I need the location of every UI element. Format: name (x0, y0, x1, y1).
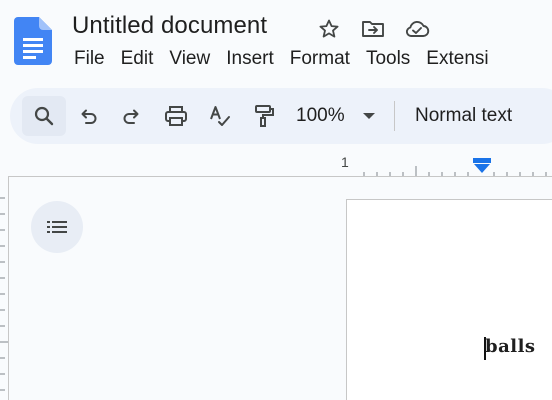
undo-icon (81, 109, 97, 124)
menu-file[interactable]: File (66, 45, 113, 73)
menu-bar: File Edit View Insert Format Tools Exten… (66, 45, 497, 73)
print-button[interactable] (154, 96, 198, 136)
zoom-value: 100% (296, 105, 345, 126)
spellcheck-button[interactable] (198, 96, 242, 136)
paragraph-style-select[interactable]: Normal text (415, 105, 512, 127)
move-to-folder-icon[interactable] (358, 14, 388, 44)
star-icon[interactable] (314, 14, 344, 44)
menu-insert[interactable]: Insert (218, 45, 282, 73)
toolbar-divider (394, 101, 395, 131)
outline-list-icon (47, 221, 67, 233)
document-title[interactable]: Untitled document (72, 12, 267, 40)
paint-format-button[interactable] (242, 96, 286, 136)
undo-button[interactable] (66, 96, 110, 136)
menu-view[interactable]: View (161, 45, 218, 73)
paint-format-icon (255, 105, 274, 127)
document-outline-button[interactable] (31, 201, 83, 253)
print-icon (165, 106, 187, 126)
search-menus-button[interactable] (22, 96, 66, 136)
menu-edit[interactable]: Edit (113, 45, 162, 73)
ruler-label: 1 (341, 154, 349, 170)
cloud-saved-icon[interactable] (402, 14, 432, 44)
indent-marker-icon (473, 158, 491, 173)
search-icon (34, 106, 54, 126)
vertical-ruler (0, 176, 8, 400)
redo-icon (123, 109, 139, 124)
redo-button[interactable] (110, 96, 154, 136)
menu-extensions[interactable]: Extensi (418, 45, 496, 73)
chevron-down-icon (358, 106, 380, 126)
google-docs-logo-icon[interactable] (14, 17, 52, 65)
title-actions (314, 14, 432, 44)
menu-format[interactable]: Format (282, 45, 358, 73)
horizontal-ruler (363, 158, 547, 178)
menu-tools[interactable]: Tools (358, 45, 418, 73)
toolbar: 100% Normal text (10, 88, 552, 144)
document-page[interactable]: balls (346, 199, 552, 400)
spellcheck-icon (210, 106, 230, 126)
zoom-select[interactable]: 100% (296, 105, 380, 127)
document-body-text[interactable]: balls (485, 336, 536, 357)
